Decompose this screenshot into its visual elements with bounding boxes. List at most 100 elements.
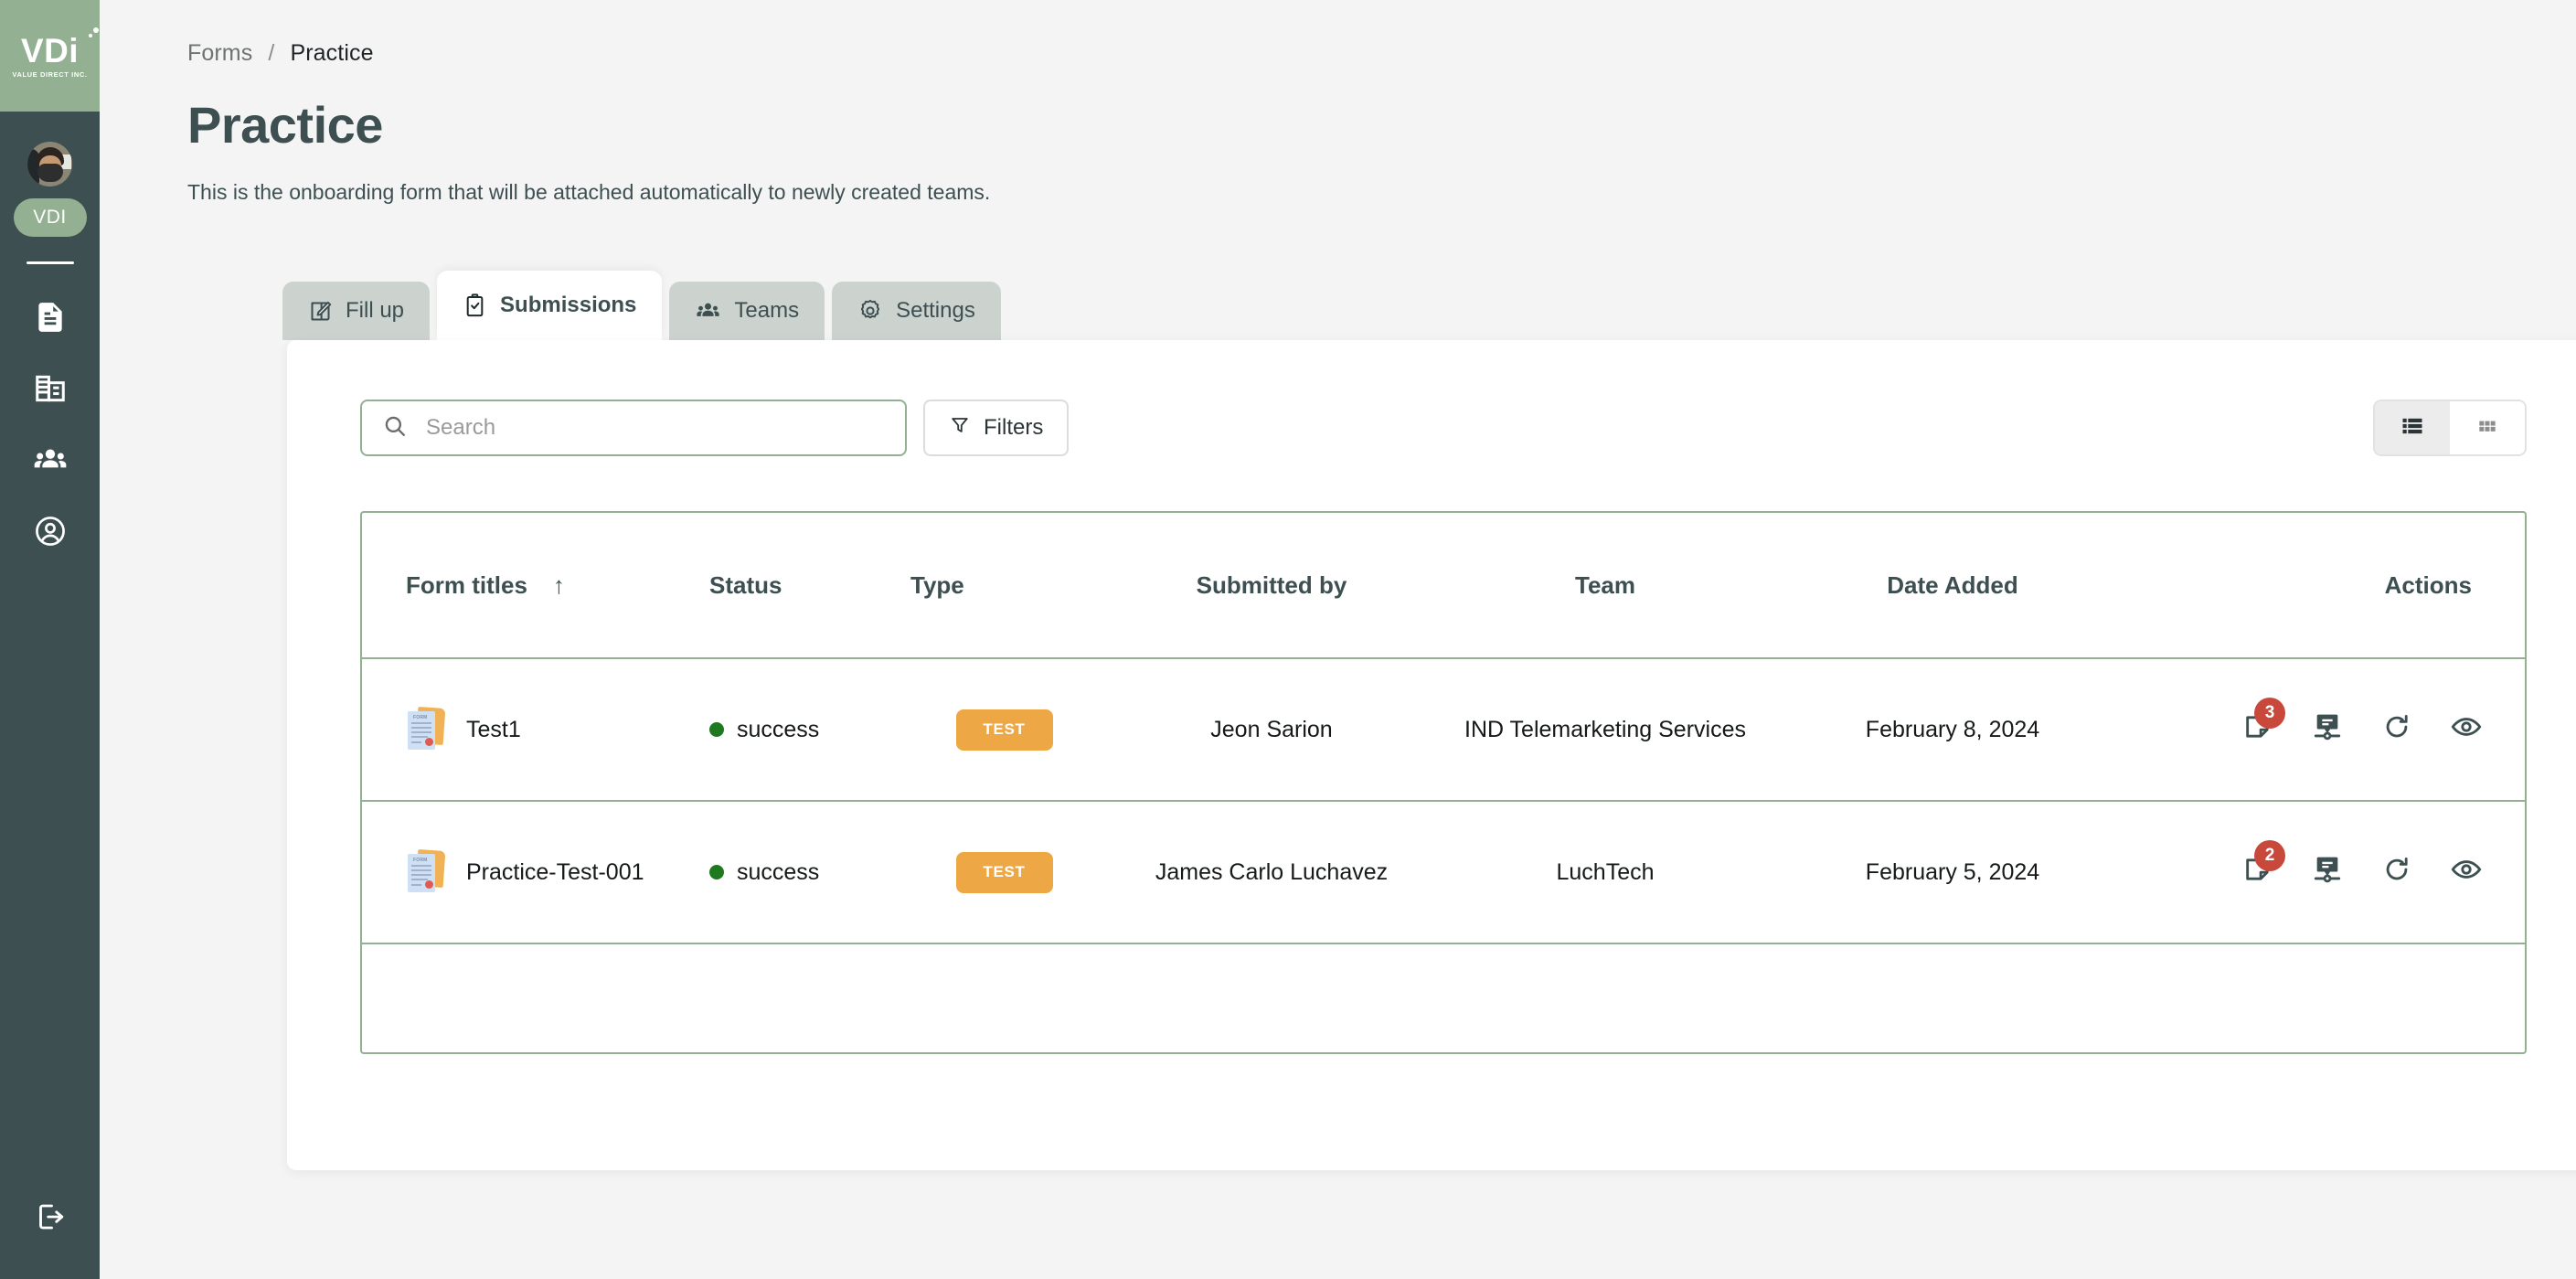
tab-fill-up[interactable]: Fill up xyxy=(282,282,431,340)
timeline-action-button[interactable] xyxy=(2304,706,2351,753)
logout-button[interactable] xyxy=(21,1191,80,1242)
table-row[interactable]: FORM Test1 success TEST Jeon Sarion IND … xyxy=(362,659,2525,802)
column-header-date-added[interactable]: Date Added xyxy=(1765,571,2140,600)
view-toggle xyxy=(2373,400,2527,456)
filters-button[interactable]: Filters xyxy=(923,400,1070,456)
notes-count-badge: 3 xyxy=(2254,698,2285,729)
sidebar-item-account[interactable] xyxy=(21,506,80,557)
tab-label: Settings xyxy=(896,298,975,323)
comment-timeline-icon xyxy=(2312,854,2343,891)
submissions-card: Search Filters Form titles ↑ Status Type… xyxy=(287,340,2576,1170)
column-label: Date Added xyxy=(1887,570,2018,599)
eye-icon xyxy=(2450,710,2483,750)
column-label: Team xyxy=(1575,570,1635,599)
tab-label: Teams xyxy=(734,298,800,323)
status-text: success xyxy=(737,716,820,742)
tab-settings[interactable]: Settings xyxy=(832,282,1001,340)
tab-label: Fill up xyxy=(346,298,405,323)
type-badge: TEST xyxy=(955,709,1053,751)
column-header-team[interactable]: Team xyxy=(1445,571,1765,600)
cell-submitted-by: James Carlo Luchavez xyxy=(1155,858,1389,885)
cell-submitted-by: Jeon Sarion xyxy=(1210,716,1333,742)
column-header-actions: Actions xyxy=(2140,571,2525,600)
table-row[interactable]: FORM Practice-Test-001 success TEST Jame… xyxy=(362,802,2525,944)
view-action-button[interactable] xyxy=(2443,706,2490,753)
sidebar: VDi VALUE DIRECT INC. VDI xyxy=(0,0,103,1279)
pencil-square-icon xyxy=(308,299,333,324)
document-icon xyxy=(33,300,68,335)
type-badge: TEST xyxy=(955,851,1053,893)
cell-date-added: February 5, 2024 xyxy=(1865,858,2040,885)
form-title-text: Practice-Test-001 xyxy=(466,858,644,885)
tab-teams[interactable]: Teams xyxy=(669,282,825,340)
refresh-action-button[interactable] xyxy=(2373,848,2421,896)
view-grid-button[interactable] xyxy=(2450,401,2525,454)
timeline-action-button[interactable] xyxy=(2304,848,2351,896)
column-label: Form titles xyxy=(406,570,527,599)
comment-timeline-icon xyxy=(2312,711,2343,749)
people-icon xyxy=(32,442,69,478)
form-document-icon: FORM xyxy=(406,707,446,751)
notes-count-badge: 2 xyxy=(2254,840,2285,871)
page-title: Practice xyxy=(187,96,383,154)
cell-form-title: FORM Practice-Test-001 xyxy=(362,849,709,894)
cell-status: success xyxy=(709,717,910,743)
table-empty-row xyxy=(362,944,2525,1052)
column-label: Actions xyxy=(2384,570,2472,599)
column-header-type[interactable]: Type xyxy=(910,571,1098,600)
filters-label: Filters xyxy=(984,415,1044,440)
main-content: Forms / Practice Practice This is the on… xyxy=(100,0,2576,1279)
user-initials-chip[interactable]: VDI xyxy=(13,198,87,237)
sidebar-nav xyxy=(21,292,80,557)
cell-actions: 2 xyxy=(2140,840,2525,896)
clipboard-check-icon xyxy=(463,293,487,319)
filter-icon xyxy=(949,414,971,442)
building-icon xyxy=(33,371,68,406)
sidebar-item-teams[interactable] xyxy=(21,434,80,485)
search-placeholder: Search xyxy=(426,415,496,440)
sort-arrow-icon[interactable]: ↑ xyxy=(553,571,565,600)
sidebar-item-forms[interactable] xyxy=(21,292,80,343)
brand-tagline: VALUE DIRECT INC. xyxy=(12,69,88,79)
column-header-status[interactable]: Status xyxy=(709,571,910,600)
notes-action-button[interactable]: 2 xyxy=(2234,840,2285,896)
list-view-icon xyxy=(2400,413,2425,443)
breadcrumb-parent[interactable]: Forms xyxy=(187,40,252,66)
avatar-mask xyxy=(37,164,63,182)
tab-bar: Fill up Submissions Teams Settings xyxy=(282,271,1001,340)
sidebar-divider xyxy=(26,261,74,264)
column-header-form-titles[interactable]: Form titles ↑ xyxy=(362,571,709,600)
table-header-row: Form titles ↑ Status Type Submitted by T… xyxy=(362,513,2525,659)
tab-submissions[interactable]: Submissions xyxy=(437,271,663,340)
column-label: Type xyxy=(910,570,964,599)
view-list-button[interactable] xyxy=(2375,401,2450,454)
logout-icon xyxy=(34,1200,67,1233)
status-dot-icon xyxy=(709,865,724,879)
view-action-button[interactable] xyxy=(2443,848,2490,896)
cell-form-title: FORM Test1 xyxy=(362,707,709,751)
refresh-action-button[interactable] xyxy=(2373,706,2421,753)
brand-wordmark: VDi xyxy=(21,27,103,68)
search-icon xyxy=(382,413,408,443)
cell-status: success xyxy=(709,859,910,886)
column-label: Status xyxy=(709,570,782,599)
column-header-submitted-by[interactable]: Submitted by xyxy=(1098,571,1445,600)
cell-type: TEST xyxy=(910,709,1098,751)
brand-logo[interactable]: VDi VALUE DIRECT INC. xyxy=(0,0,103,112)
search-input[interactable]: Search xyxy=(360,400,907,456)
form-title-text: Test1 xyxy=(466,716,521,742)
sidebar-item-company[interactable] xyxy=(21,363,80,414)
app-root: VDi VALUE DIRECT INC. VDI Forms / Practi… xyxy=(0,0,2576,1279)
page-subtitle: This is the onboarding form that will be… xyxy=(187,180,991,204)
notes-action-button[interactable]: 3 xyxy=(2234,698,2285,753)
avatar[interactable] xyxy=(27,142,72,187)
tab-label: Submissions xyxy=(500,293,637,317)
submissions-table: Form titles ↑ Status Type Submitted by T… xyxy=(360,511,2527,1054)
table-toolbar: Search Filters xyxy=(360,400,2527,456)
breadcrumb-current: Practice xyxy=(290,40,374,66)
cell-team: LuchTech xyxy=(1556,858,1655,885)
breadcrumb: Forms / Practice xyxy=(187,40,374,67)
form-document-icon: FORM xyxy=(406,849,446,894)
refresh-icon xyxy=(2381,854,2412,891)
eye-icon xyxy=(2450,853,2483,892)
